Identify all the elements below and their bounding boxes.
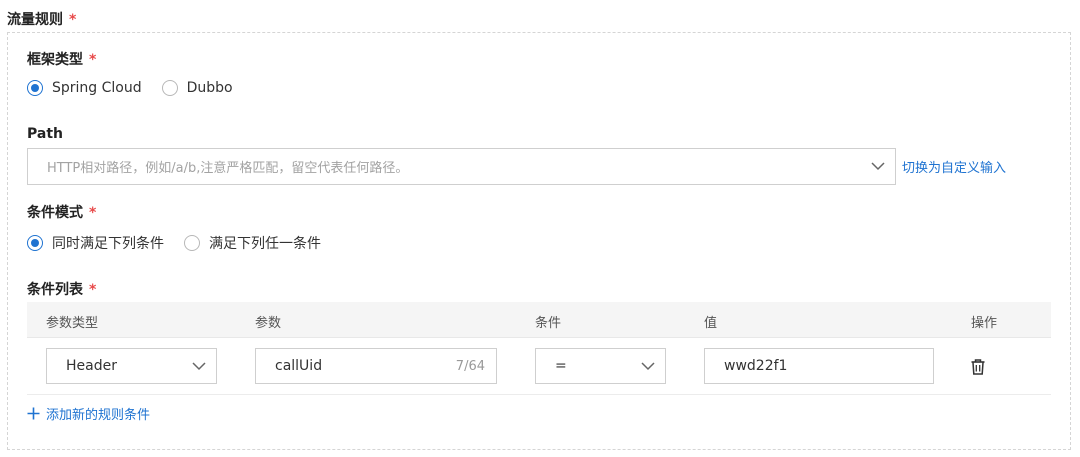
param-input[interactable]: callUid 7/64 xyxy=(255,348,497,384)
condition-mode-radio-group: 同时满足下列条件 满足下列任一条件 xyxy=(27,233,341,253)
path-label: Path xyxy=(27,126,63,142)
radio-label: Spring Cloud xyxy=(52,80,142,96)
framework-label: 框架类型 * xyxy=(27,49,96,69)
param-type-value: Header xyxy=(66,358,117,374)
radio-unchecked-icon[interactable] xyxy=(161,80,178,96)
chevron-down-icon xyxy=(871,162,885,171)
param-value: callUid xyxy=(275,358,323,374)
radio-unchecked-icon[interactable] xyxy=(184,235,200,251)
condition-list-label: 条件列表 * xyxy=(27,279,96,299)
radio-label: Dubbo xyxy=(186,80,233,96)
plus-icon xyxy=(27,407,40,420)
param-char-count: 7/64 xyxy=(455,358,485,374)
column-header-condition: 条件 xyxy=(535,316,562,331)
column-header-actions: 操作 xyxy=(971,316,998,331)
radio-dubbo[interactable]: Dubbo xyxy=(161,80,233,96)
required-mark: * xyxy=(89,205,97,221)
radio-spring-cloud[interactable]: Spring Cloud xyxy=(27,80,142,96)
condition-list-label-text: 条件列表 xyxy=(27,282,83,298)
required-mark: * xyxy=(69,12,77,28)
table-header: 参数类型 参数 条件 值 操作 xyxy=(27,302,1051,338)
section-title-text: 流量规则 xyxy=(7,12,63,28)
required-mark: * xyxy=(89,52,97,68)
framework-label-text: 框架类型 xyxy=(27,52,83,68)
radio-checked-icon[interactable] xyxy=(27,80,43,96)
value-text: wwd22f1 xyxy=(724,358,788,374)
required-mark: * xyxy=(89,282,97,298)
condition-mode-label: 条件模式 * xyxy=(27,202,96,222)
framework-radio-group: Spring Cloud Dubbo xyxy=(27,80,253,96)
radio-label: 满足下列任一条件 xyxy=(209,236,321,252)
chevron-down-icon xyxy=(641,361,655,370)
add-rule-label: 添加新的规则条件 xyxy=(46,408,151,423)
path-placeholder: HTTP相对路径，例如/a/b,注意严格匹配，留空代表任何路径。 xyxy=(47,161,409,176)
section-title: 流量规则 * xyxy=(7,9,76,29)
param-type-select[interactable]: Header xyxy=(46,348,217,384)
column-header-value: 值 xyxy=(704,316,718,331)
column-header-param: 参数 xyxy=(255,316,282,331)
radio-label: 同时满足下列条件 xyxy=(52,236,164,252)
path-select[interactable]: HTTP相对路径，例如/a/b,注意严格匹配，留空代表任何路径。 xyxy=(27,148,896,185)
radio-match-all[interactable]: 同时满足下列条件 xyxy=(27,233,164,253)
operator-value: = xyxy=(555,358,567,374)
chevron-down-icon xyxy=(192,361,206,370)
condition-mode-label-text: 条件模式 xyxy=(27,205,83,221)
value-input[interactable]: wwd22f1 xyxy=(704,348,934,384)
radio-match-any[interactable]: 满足下列任一条件 xyxy=(184,233,321,253)
column-header-param-type: 参数类型 xyxy=(46,316,99,331)
radio-checked-icon[interactable] xyxy=(27,235,43,251)
trash-icon[interactable] xyxy=(970,358,986,376)
switch-custom-input-link[interactable]: 切换为自定义输入 xyxy=(902,157,1006,176)
add-rule-condition-button[interactable]: 添加新的规则条件 xyxy=(27,404,150,423)
operator-select[interactable]: = xyxy=(535,348,666,384)
